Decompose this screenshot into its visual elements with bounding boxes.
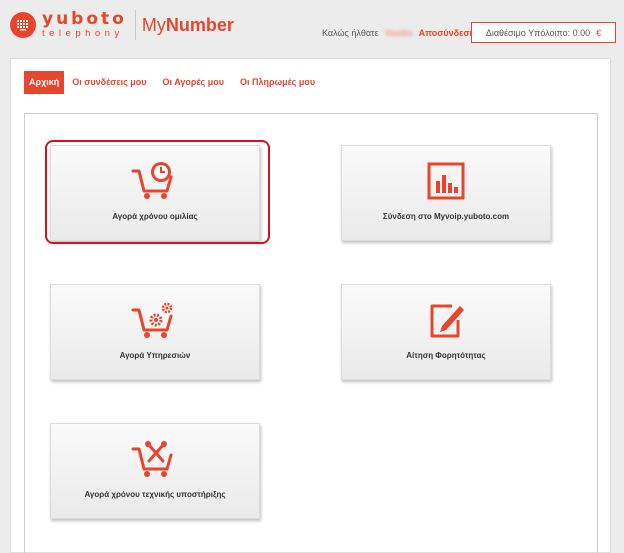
product-prefix: My (141, 14, 166, 35)
buy-tech-support-tile[interactable]: Αγορά χρόνου τεχνικής υποστήριξης (50, 423, 260, 519)
tile-label: Σύνδεση στο Myvoip.yuboto.com (382, 212, 510, 221)
logout-link[interactable]: Αποσύνδεση (419, 28, 475, 38)
welcome-label: Καλώς ήλθατε (322, 28, 379, 38)
tab-my-connections[interactable]: Οι συνδέσεις μου (64, 71, 154, 94)
portability-request-tile[interactable]: Αίτηση Φορητότητας (341, 284, 551, 380)
product-suffix: Number (165, 14, 234, 35)
product-name: MyNumber (142, 15, 234, 36)
myvoip-login-tile[interactable]: Σύνδεση στο Myvoip.yuboto.com (341, 145, 551, 241)
tab-home[interactable]: Αρχική (24, 71, 65, 94)
brand-logo[interactable]: yuboto telephony MyNumber (10, 10, 234, 40)
highlight-outline (45, 140, 270, 244)
balance-box: Διαθέσιμο Υπόλοιπο: 0.00 € (471, 22, 616, 43)
yuboto-logo-icon (10, 12, 36, 38)
tab-my-purchases[interactable]: Οι Αγορές μου (155, 71, 232, 94)
cart-tools-icon (131, 438, 179, 480)
nav-tabs: Αρχική Οι συνδέσεις μου Οι Αγορές μου Οι… (24, 71, 323, 94)
header: yuboto telephony MyNumber Καλώς ήλθατε V… (0, 0, 624, 56)
welcome-bar: Καλώς ήλθατε Vasilis Αποσύνδεση (322, 28, 475, 38)
tab-my-payments[interactable]: Οι Πληρωμές μου (232, 71, 323, 94)
edit-document-icon (426, 299, 466, 341)
username: Vasilis (384, 28, 413, 38)
currency-symbol: € (596, 27, 602, 38)
logo-text: yuboto telephony (42, 11, 127, 39)
logo-word: yuboto (42, 9, 127, 30)
cart-gears-icon (131, 299, 179, 341)
main-panel: Αρχική Οι συνδέσεις μου Οι Αγορές μου Οι… (10, 58, 611, 553)
tile-label: Αγορά χρόνου τεχνικής υποστήριξης (84, 490, 226, 499)
balance-label: Διαθέσιμο Υπόλοιπο: 0.00 (485, 27, 591, 38)
tile-label: Αγορά Υπηρεσιών (119, 351, 191, 360)
logo-divider (134, 10, 136, 40)
bar-chart-icon (426, 160, 466, 202)
tile-label: Αίτηση Φορητότητας (406, 351, 486, 360)
logo-subtitle: telephony (42, 28, 124, 40)
buy-services-tile[interactable]: Αγορά Υπηρεσιών (50, 284, 260, 380)
